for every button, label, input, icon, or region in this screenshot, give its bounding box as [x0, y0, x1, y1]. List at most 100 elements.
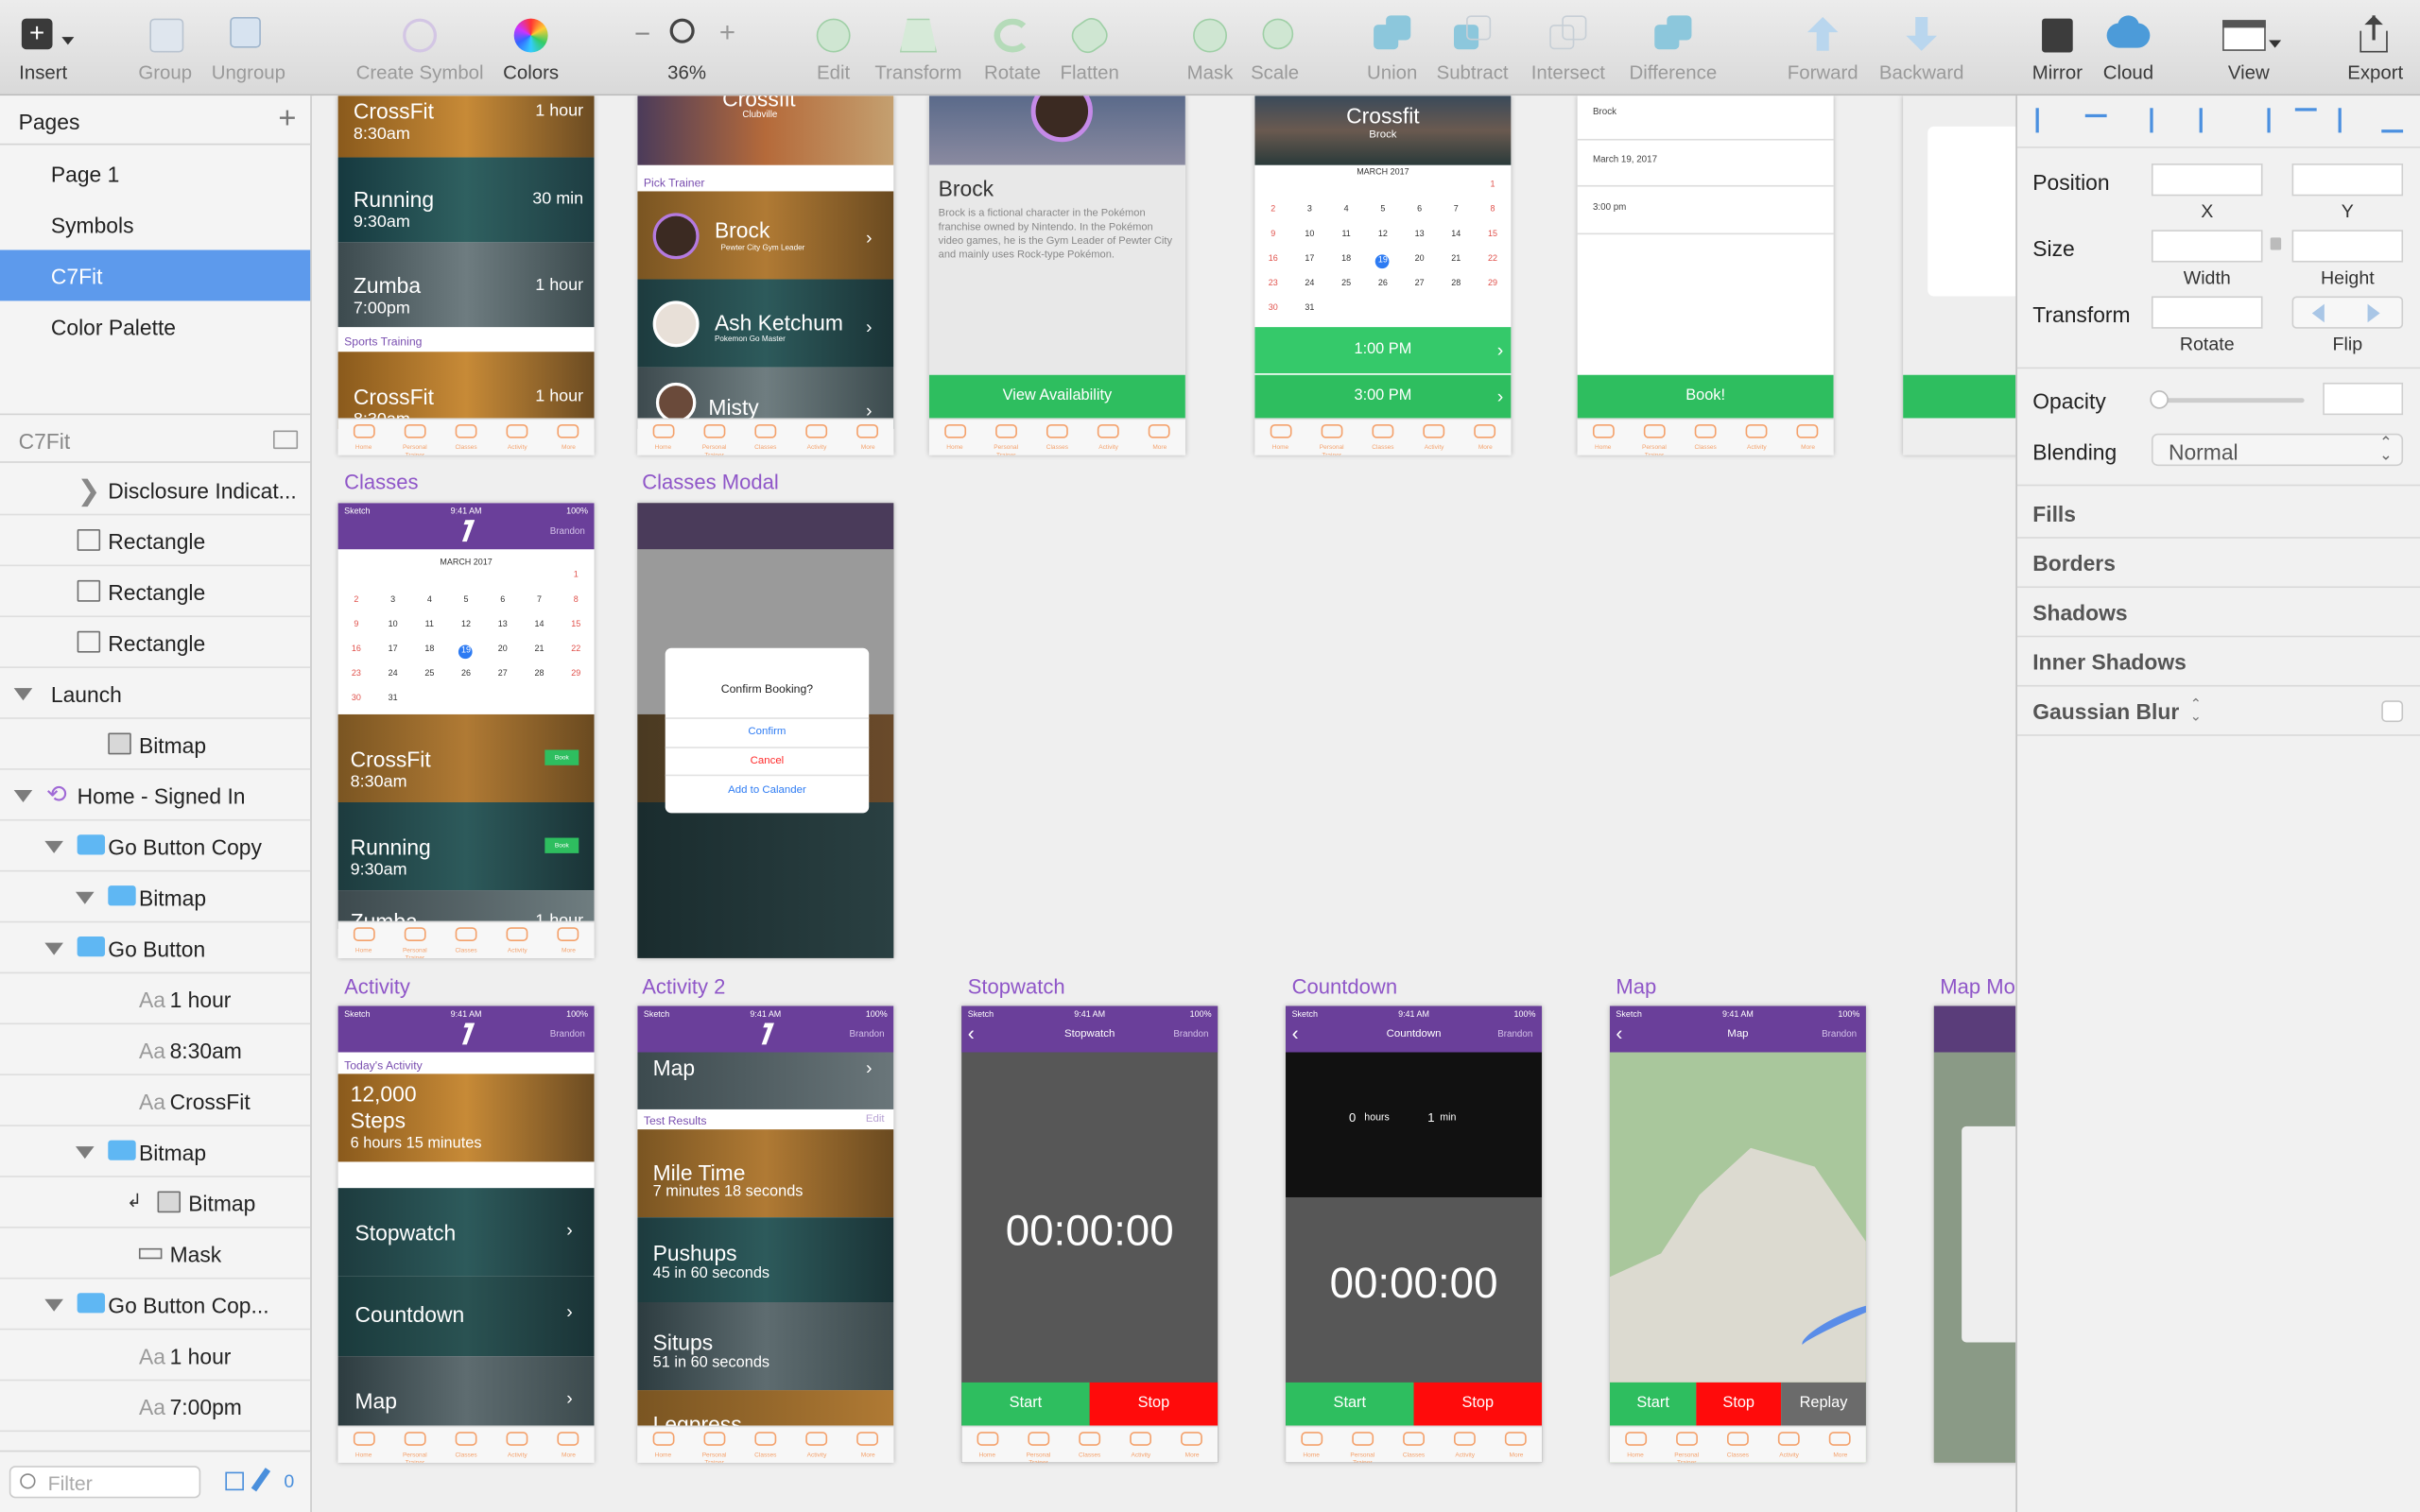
- insert-button[interactable]: + Insert: [9, 12, 78, 83]
- class-row-running[interactable]: Running 9:30am 30 min: [337, 157, 595, 243]
- stopwatch-row[interactable]: Stopwatch ›: [337, 1188, 595, 1277]
- calendar-day[interactable]: 4: [411, 595, 448, 605]
- disclosure-triangle-icon[interactable]: [44, 840, 63, 853]
- width-input[interactable]: [2151, 230, 2263, 263]
- lock-icon[interactable]: [2270, 237, 2282, 250]
- start-button[interactable]: Start: [961, 1382, 1090, 1426]
- calendar-day[interactable]: 10: [374, 620, 411, 629]
- tab-icon[interactable]: [404, 1432, 426, 1446]
- tab-icon[interactable]: [754, 423, 777, 438]
- filter-input[interactable]: Filter: [9, 1466, 201, 1499]
- edit-pen-icon[interactable]: [251, 1468, 271, 1492]
- calendar-day[interactable]: 27: [1401, 280, 1438, 289]
- calendar-day[interactable]: 16: [1254, 254, 1291, 264]
- calendar-day[interactable]: 31: [374, 695, 411, 704]
- calendar-day[interactable]: 30: [338, 695, 375, 704]
- borders-section[interactable]: Borders: [2032, 551, 2116, 576]
- calendar-day[interactable]: 9: [1254, 230, 1291, 239]
- blending-select[interactable]: Normal ⌃ ⌄: [2151, 433, 2404, 467]
- forward-button[interactable]: Forward: [1781, 12, 1864, 83]
- calendar-day[interactable]: 6: [1401, 205, 1438, 215]
- calendar-day[interactable]: 24: [1291, 280, 1328, 289]
- tab-icon[interactable]: [805, 423, 828, 438]
- zoom-control[interactable]: − + 36%: [630, 12, 744, 83]
- layer-row[interactable]: Mask: [0, 1228, 311, 1280]
- position-y-input[interactable]: [2291, 163, 2404, 197]
- start-button[interactable]: Start: [1609, 1382, 1697, 1426]
- disclosure-triangle-icon[interactable]: [76, 1146, 95, 1160]
- canvas[interactable]: CrossFit 8:30am 1 hour Running 9:30am 30…: [313, 95, 2016, 1512]
- layer-row[interactable]: ❯ Disclosure Indicat...: [0, 464, 311, 516]
- layer-row[interactable]: Aa CrossFit: [0, 1075, 311, 1126]
- calendar-day[interactable]: 10: [1291, 230, 1328, 239]
- book-button[interactable]: Book!: [1577, 374, 1834, 419]
- tab-icon[interactable]: [1149, 423, 1171, 438]
- calendar-day[interactable]: 7: [1438, 205, 1475, 215]
- page-copy-icon[interactable]: [225, 1471, 244, 1491]
- tab-icon[interactable]: [1098, 423, 1120, 438]
- tab-icon[interactable]: [353, 423, 375, 438]
- tab-icon[interactable]: [1321, 423, 1343, 438]
- tab-icon[interactable]: [353, 927, 375, 941]
- tab-icon[interactable]: [1270, 423, 1291, 438]
- calendar-day[interactable]: 3: [1291, 205, 1328, 215]
- calendar-day[interactable]: 29: [1475, 280, 1512, 289]
- mirror-button[interactable]: Mirror: [2028, 12, 2086, 83]
- calendar-day[interactable]: 26: [1365, 280, 1402, 289]
- opacity-input[interactable]: [2323, 382, 2404, 416]
- align-vertical-center-icon[interactable]: [2338, 108, 2360, 133]
- calendar-day[interactable]: 11: [411, 620, 448, 629]
- add-to-calendar-button[interactable]: Add to Calander: [666, 785, 870, 796]
- gaussian-blur-section[interactable]: Gaussian Blur: [2032, 699, 2179, 724]
- intersect-button[interactable]: Intersect: [1525, 12, 1611, 83]
- tab-icon[interactable]: [703, 423, 726, 438]
- tab-icon[interactable]: [1079, 1432, 1101, 1446]
- calendar-day[interactable]: 26: [448, 670, 485, 679]
- tab-icon[interactable]: [506, 927, 528, 941]
- tab-icon[interactable]: [506, 1432, 528, 1446]
- tab-icon[interactable]: [651, 423, 674, 438]
- disclosure-triangle-icon[interactable]: [13, 688, 33, 701]
- layer-row[interactable]: Launch: [0, 668, 311, 719]
- replay-button[interactable]: Replay: [1781, 1382, 1866, 1426]
- height-input[interactable]: [2291, 230, 2404, 263]
- steps-card[interactable]: 12,000 Steps 6 hours 15 minutes: [337, 1074, 595, 1162]
- map-view[interactable]: [1609, 1147, 1866, 1383]
- disclosure-triangle-icon[interactable]: [76, 891, 95, 904]
- calendar-day[interactable]: 5: [448, 595, 485, 605]
- ungroup-button[interactable]: Ungroup: [207, 12, 290, 83]
- page-item[interactable]: C7Fit: [0, 249, 311, 301]
- result-row-pushups[interactable]: Pushups 45 in 60 seconds: [637, 1217, 894, 1302]
- tab-icon[interactable]: [1726, 1432, 1749, 1446]
- calendar-day[interactable]: 14: [1438, 230, 1475, 239]
- artboard-map[interactable]: Sketch 9:41 AM 100% Map Brandon ‹ Start Stop …: [1609, 1005, 1866, 1463]
- layer-row[interactable]: Go Button: [0, 922, 311, 974]
- tab-icon[interactable]: [1829, 1432, 1852, 1446]
- back-chevron-icon[interactable]: ‹: [1292, 1022, 1299, 1044]
- tab-icon[interactable]: [976, 1432, 998, 1446]
- tab-icon[interactable]: [558, 927, 579, 941]
- calendar-day[interactable]: 31: [1291, 304, 1328, 314]
- calendar-day[interactable]: 12: [1365, 230, 1402, 239]
- tab-icon[interactable]: [1778, 1432, 1801, 1446]
- calendar-day[interactable]: 22: [1475, 254, 1512, 264]
- tab-icon[interactable]: [1028, 1432, 1049, 1446]
- blur-type-arrows-icon[interactable]: ⌃ ⌄: [2190, 696, 2202, 723]
- tab-icon[interactable]: [1474, 423, 1496, 438]
- tab-icon[interactable]: [1624, 1432, 1647, 1446]
- align-bottom-icon[interactable]: [2381, 108, 2404, 133]
- confirm-button[interactable]: Confirm: [666, 727, 870, 737]
- tab-icon[interactable]: [455, 1432, 477, 1446]
- tab-icon[interactable]: [1300, 1432, 1322, 1446]
- scale-button[interactable]: Scale: [1247, 12, 1303, 83]
- colors-button[interactable]: Colors: [497, 12, 565, 83]
- tab-icon[interactable]: [1454, 1432, 1477, 1446]
- calendar-day[interactable]: 20: [484, 644, 521, 654]
- layer-row[interactable]: Aa 7:00pm: [0, 1381, 311, 1433]
- layer-row[interactable]: ↲ Bitmap: [0, 1177, 311, 1228]
- tab-icon[interactable]: [805, 1432, 828, 1446]
- map-row[interactable]: Map ›: [637, 1052, 894, 1109]
- tab-icon[interactable]: [1643, 423, 1666, 438]
- group-button[interactable]: Group: [132, 12, 198, 83]
- edit-button[interactable]: Edit: [809, 12, 858, 83]
